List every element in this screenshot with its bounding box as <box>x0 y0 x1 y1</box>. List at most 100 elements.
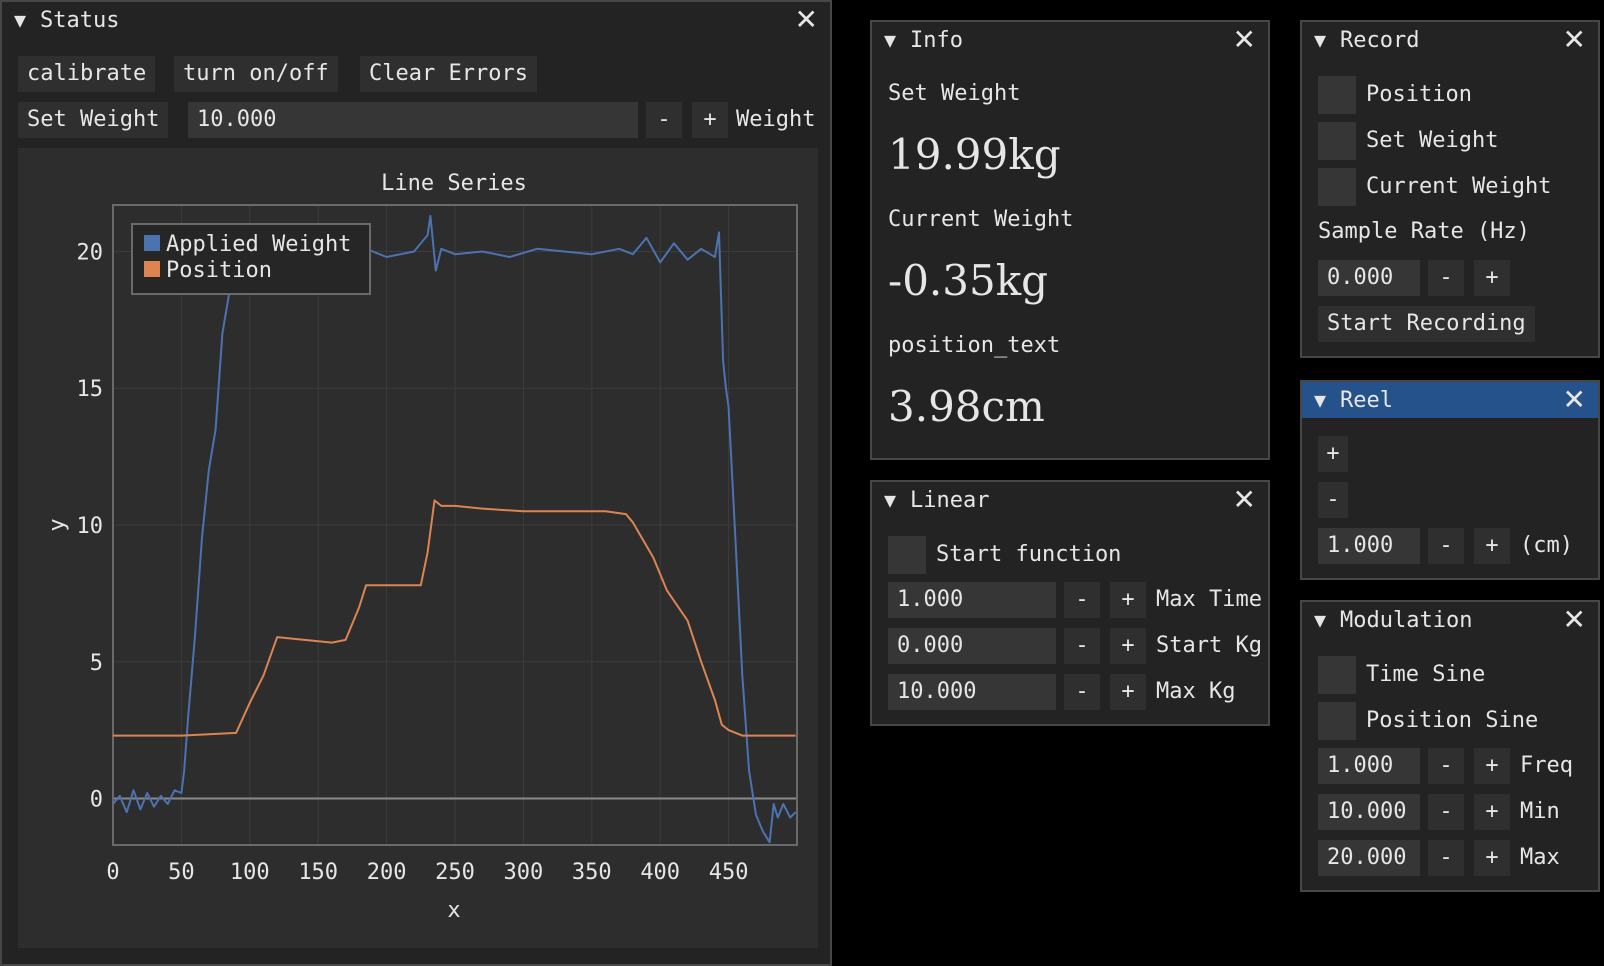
max-time-label: Max Time <box>1156 587 1262 612</box>
x-tick-label: 0 <box>106 860 119 885</box>
turn-on-off-button[interactable]: turn on/off <box>174 56 338 92</box>
reel-distance-increment-button[interactable]: + <box>1474 528 1510 564</box>
modulation-window: ▼ Modulation ✕ Time Sine Position Sine 1… <box>1300 600 1600 892</box>
start-recording-button[interactable]: Start Recording <box>1318 306 1535 342</box>
sample-rate-decrement-button[interactable]: - <box>1428 260 1464 296</box>
weight-input[interactable]: 10.000 <box>188 102 638 138</box>
max-kg-decrement-button[interactable]: - <box>1064 674 1100 710</box>
max-decrement-button[interactable]: - <box>1428 840 1464 876</box>
plot-panel[interactable]: Line Series 0 50 100 150 200 250 300 350 400 450 0… <box>18 148 818 948</box>
freq-decrement-button[interactable]: - <box>1428 748 1464 784</box>
reel-window: ▼ Reel ✕ + - 1.000 - + (cm) <box>1300 380 1600 580</box>
window-title: Reel <box>1340 387 1394 413</box>
record-titlebar[interactable]: ▼ Record ✕ <box>1302 22 1598 58</box>
max-time-decrement-button[interactable]: - <box>1064 582 1100 618</box>
record-current-weight-checkbox[interactable] <box>1318 168 1356 206</box>
close-icon[interactable]: ✕ <box>1563 26 1586 54</box>
clear-errors-button[interactable]: Clear Errors <box>360 56 537 92</box>
reel-distance-input[interactable]: 1.000 <box>1318 528 1420 564</box>
x-tick-label: 200 <box>367 860 407 885</box>
y-tick-label: 0 <box>90 788 103 813</box>
x-axis-label: x <box>447 898 460 923</box>
legend-swatch-applied-weight <box>144 235 160 251</box>
time-sine-label: Time Sine <box>1366 662 1486 687</box>
position-sine-label: Position Sine <box>1366 708 1539 733</box>
time-sine-checkbox[interactable] <box>1318 656 1356 694</box>
chart-legend[interactable]: Applied Weight Position <box>131 223 371 295</box>
start-kg-increment-button[interactable]: + <box>1110 628 1146 664</box>
start-kg-label: Start Kg <box>1156 633 1262 658</box>
max-time-increment-button[interactable]: + <box>1110 582 1146 618</box>
legend-label-position: Position <box>166 258 272 283</box>
grid-lines <box>112 205 797 845</box>
x-tick-label: 100 <box>230 860 270 885</box>
set-weight-label: Set Weight <box>888 81 1021 106</box>
info-titlebar[interactable]: ▼ Info ✕ <box>872 22 1268 58</box>
max-kg-increment-button[interactable]: + <box>1110 674 1146 710</box>
freq-increment-button[interactable]: + <box>1474 748 1510 784</box>
start-kg-decrement-button[interactable]: - <box>1064 628 1100 664</box>
position-sine-checkbox[interactable] <box>1318 702 1356 740</box>
min-label: Min <box>1520 799 1560 824</box>
record-position-label: Position <box>1366 82 1472 107</box>
y-tick-label: 5 <box>90 651 103 676</box>
info-window: ▼ Info ✕ Set Weight 19.99kg Current Weig… <box>870 20 1270 460</box>
max-kg-input[interactable]: 10.000 <box>888 674 1056 710</box>
max-input[interactable]: 20.000 <box>1318 840 1420 876</box>
collapse-triangle-icon[interactable]: ▼ <box>884 28 896 52</box>
record-current-weight-label: Current Weight <box>1366 174 1552 199</box>
min-increment-button[interactable]: + <box>1474 794 1510 830</box>
close-icon[interactable]: ✕ <box>795 6 818 34</box>
close-icon[interactable]: ✕ <box>1233 486 1256 514</box>
window-title: Record <box>1340 27 1420 53</box>
sample-rate-increment-button[interactable]: + <box>1474 260 1510 296</box>
weight-decrement-button[interactable]: - <box>646 102 682 138</box>
reel-minus-button[interactable]: - <box>1318 482 1348 518</box>
legend-swatch-position <box>144 261 160 277</box>
reel-distance-decrement-button[interactable]: - <box>1428 528 1464 564</box>
x-tick-label: 300 <box>504 860 544 885</box>
start-kg-input[interactable]: 0.000 <box>888 628 1056 664</box>
calibrate-button[interactable]: calibrate <box>18 56 156 92</box>
x-tick-label: 400 <box>640 860 680 885</box>
collapse-triangle-icon[interactable]: ▼ <box>884 488 896 512</box>
weight-increment-button[interactable]: + <box>692 102 728 138</box>
chart-title: Line Series <box>381 171 527 196</box>
max-time-input[interactable]: 1.000 <box>888 582 1056 618</box>
window-title: Linear <box>910 487 990 513</box>
reel-plus-button[interactable]: + <box>1318 436 1348 472</box>
collapse-triangle-icon[interactable]: ▼ <box>1314 388 1326 412</box>
position-value: 3.98cm <box>888 382 1045 431</box>
collapse-triangle-icon[interactable]: ▼ <box>1314 28 1326 52</box>
max-increment-button[interactable]: + <box>1474 840 1510 876</box>
weight-label: Weight <box>736 107 816 132</box>
reel-titlebar[interactable]: ▼ Reel ✕ <box>1302 382 1598 418</box>
series-lines <box>112 214 797 844</box>
linear-titlebar[interactable]: ▼ Linear ✕ <box>872 482 1268 518</box>
set-weight-button[interactable]: Set Weight <box>18 102 169 138</box>
close-icon[interactable]: ✕ <box>1233 26 1256 54</box>
start-function-checkbox[interactable] <box>888 536 926 574</box>
min-input[interactable]: 10.000 <box>1318 794 1420 830</box>
line-chart[interactable]: Line Series 0 50 100 150 200 250 300 350 400 4500… <box>18 148 818 948</box>
current-weight-label: Current Weight <box>888 207 1074 232</box>
freq-input[interactable]: 1.000 <box>1318 748 1420 784</box>
modulation-titlebar[interactable]: ▼ Modulation ✕ <box>1302 602 1598 638</box>
close-icon[interactable]: ✕ <box>1563 386 1586 414</box>
series-line-position <box>113 499 796 737</box>
sample-rate-label: Sample Rate (Hz) <box>1318 219 1530 244</box>
x-tick-label: 150 <box>298 860 338 885</box>
y-tick-label: 10 <box>77 514 104 539</box>
record-set-weight-checkbox[interactable] <box>1318 122 1356 160</box>
status-titlebar[interactable]: ▼ Status ✕ <box>2 2 830 38</box>
collapse-triangle-icon[interactable]: ▼ <box>1314 608 1326 632</box>
record-position-checkbox[interactable] <box>1318 76 1356 114</box>
x-tick-label: 350 <box>572 860 612 885</box>
sample-rate-input[interactable]: 0.000 <box>1318 260 1420 296</box>
close-icon[interactable]: ✕ <box>1563 606 1586 634</box>
window-title: Info <box>910 27 964 53</box>
min-decrement-button[interactable]: - <box>1428 794 1464 830</box>
status-window: ▼ Status ✕ calibrate turn on/off Clear E… <box>0 0 832 966</box>
collapse-triangle-icon[interactable]: ▼ <box>14 8 26 32</box>
reel-unit-label: (cm) <box>1520 533 1573 558</box>
